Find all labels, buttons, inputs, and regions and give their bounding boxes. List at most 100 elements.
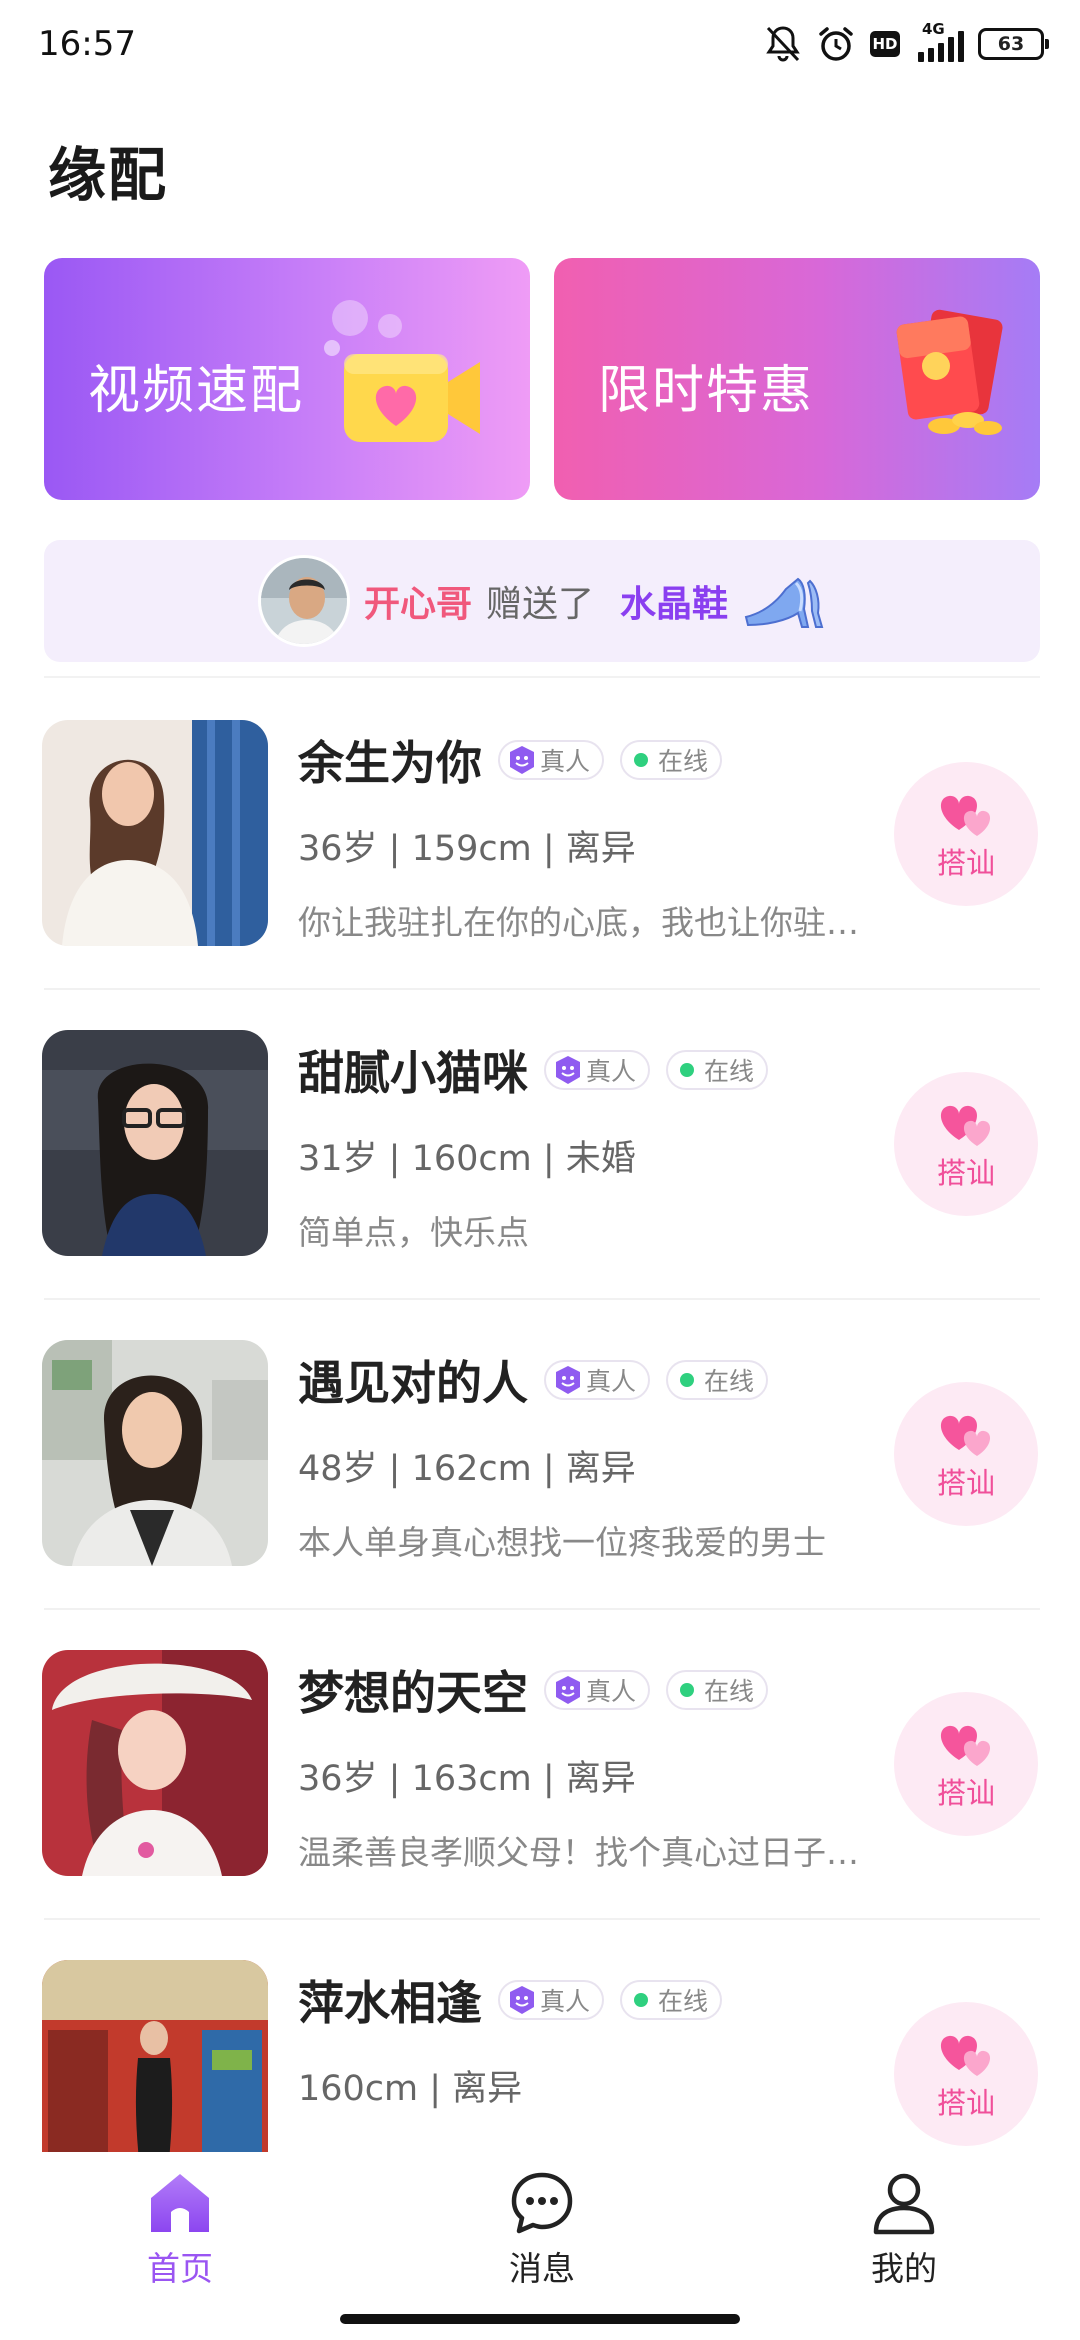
user-bio: 你让我驻扎在你的心底，我也让你驻扎在我的心底 xyxy=(298,903,878,942)
user-info: 36岁 | 163cm | 离异 xyxy=(298,1759,636,1799)
nav-label-home: 首页 xyxy=(147,2249,213,2288)
home-icon xyxy=(151,2174,209,2232)
nav-label-messages: 消息 xyxy=(509,2249,575,2288)
profile-icon xyxy=(873,2173,935,2235)
video-camera-heart-icon xyxy=(324,300,480,442)
hearts-icon xyxy=(940,2035,991,2076)
user-name: 萍水相逢 xyxy=(298,1976,482,2030)
message-icon xyxy=(511,2172,573,2234)
online-label: 在线 xyxy=(704,1367,755,1396)
online-badge: 在线 xyxy=(620,1980,723,2020)
name-line: 遇见对的人 真人 在线 xyxy=(298,1350,769,1410)
user-info: 36岁 | 159cm | 离异 xyxy=(298,829,636,869)
name-line: 萍水相逢 真人 在线 xyxy=(298,1970,723,2030)
user-card[interactable]: 梦想的天空 真人 在线 36岁 | 163cm | 离异 温柔善良孝顺父母！找个… xyxy=(0,1610,1080,1920)
nav-label-profile: 我的 xyxy=(871,2249,937,2288)
hd-icon: HD xyxy=(870,31,900,57)
chat-up-label: 搭讪 xyxy=(936,1776,995,1810)
verified-label: 真人 xyxy=(540,747,591,776)
chat-up-label: 搭讪 xyxy=(936,2086,995,2120)
status-icons: HD 4G 63 xyxy=(764,20,1049,68)
chat-up-button[interactable]: 搭讪 xyxy=(894,1072,1038,1216)
online-badge: 在线 xyxy=(666,1670,769,1710)
user-info: 31岁 | 160cm | 未婚 xyxy=(298,1139,636,1179)
user-list[interactable]: 余生为你 真人 在线 36岁 | 159cm | 离异 你让我驻扎在你的心底，我… xyxy=(0,680,1080,2152)
nav-item-messages[interactable]: 消息 xyxy=(462,2170,622,2290)
limited-offer-label: 限时特惠 xyxy=(598,361,815,421)
user-bio: 温柔善良孝顺父母！找个真心过日子的人 xyxy=(298,1833,878,1872)
user-avatar[interactable] xyxy=(42,1030,268,1256)
bell-off-icon xyxy=(764,24,802,64)
hearts-icon xyxy=(940,1415,991,1456)
verified-label: 真人 xyxy=(586,1367,637,1396)
online-dot xyxy=(634,1993,649,2007)
user-bio: 简单点，快乐点 xyxy=(298,1213,529,1252)
chat-up-button[interactable]: 搭讪 xyxy=(894,2002,1038,2146)
chat-up-button[interactable]: 搭讪 xyxy=(894,1382,1038,1526)
user-bio: 本人单身真心想找一位疼我爱的男士 xyxy=(298,1523,826,1562)
chat-up-label: 搭讪 xyxy=(936,1466,995,1500)
online-label: 在线 xyxy=(704,1057,755,1086)
verified-badge: 真人 xyxy=(544,1360,651,1400)
status-bar: 16:57 HD 4G 63 xyxy=(0,0,1080,90)
user-avatar[interactable] xyxy=(42,1650,268,1876)
chat-up-button[interactable]: 搭讪 xyxy=(894,1692,1038,1836)
gift-verb: 赠送了 xyxy=(485,584,594,625)
limited-offer-banner[interactable]: 限时特惠 xyxy=(554,258,1040,500)
verified-icon xyxy=(510,1986,534,2014)
verified-badge: 真人 xyxy=(498,1980,605,2020)
name-line: 余生为你 真人 在线 xyxy=(298,730,723,790)
gift-sender-avatar xyxy=(257,555,350,647)
verified-badge: 真人 xyxy=(498,740,605,780)
online-dot xyxy=(634,753,649,767)
gift-notice-bar[interactable]: 开心哥 赠送了 水晶鞋 xyxy=(44,540,1040,662)
online-label: 在线 xyxy=(658,1987,709,2016)
hearts-icon xyxy=(940,1105,991,1146)
nav-item-profile[interactable]: 我的 xyxy=(824,2170,984,2290)
user-name: 遇见对的人 xyxy=(298,1356,528,1410)
crystal-shoe-icon xyxy=(744,577,824,628)
online-badge: 在线 xyxy=(620,740,723,780)
page-title: 缘配 xyxy=(48,141,169,209)
user-name: 梦想的天空 xyxy=(298,1666,528,1720)
red-envelope-icon xyxy=(896,309,1003,435)
verified-label: 真人 xyxy=(586,1677,637,1706)
bottom-nav: 首页 消息 我的 xyxy=(0,2152,1080,2340)
chat-up-button[interactable]: 搭讪 xyxy=(894,762,1038,906)
verified-badge: 真人 xyxy=(544,1670,651,1710)
name-line: 甜腻小猫咪 真人 在线 xyxy=(298,1040,769,1100)
user-name: 甜腻小猫咪 xyxy=(298,1046,528,1100)
verified-icon xyxy=(556,1366,580,1394)
verified-badge: 真人 xyxy=(544,1050,651,1090)
gift-item-name: 水晶鞋 xyxy=(620,584,729,625)
online-label: 在线 xyxy=(658,747,709,776)
verified-label: 真人 xyxy=(586,1057,637,1086)
home-indicator[interactable] xyxy=(340,2314,740,2324)
user-card[interactable]: 遇见对的人 真人 在线 48岁 | 162cm | 离异 本人单身真心想找一位疼… xyxy=(0,1300,1080,1610)
video-match-banner[interactable]: 视频速配 xyxy=(44,258,530,500)
user-avatar[interactable] xyxy=(42,1960,268,2152)
section-divider xyxy=(44,676,1040,678)
nav-item-home[interactable]: 首页 xyxy=(100,2170,260,2290)
battery-icon: 63 xyxy=(978,28,1049,60)
video-match-label: 视频速配 xyxy=(88,361,305,421)
user-avatar[interactable] xyxy=(42,1340,268,1566)
user-name: 余生为你 xyxy=(298,736,482,790)
gift-sender-name: 开心哥 xyxy=(363,584,472,625)
verified-icon xyxy=(556,1676,580,1704)
online-dot xyxy=(680,1373,695,1387)
user-card[interactable]: 萍水相逢 真人 在线 160cm | 离异 搭讪 xyxy=(0,1920,1080,2152)
user-card[interactable]: 甜腻小猫咪 真人 在线 31岁 | 160cm | 未婚 简单点，快乐点 搭讪 xyxy=(0,990,1080,1300)
name-line: 梦想的天空 真人 在线 xyxy=(298,1660,769,1720)
online-badge: 在线 xyxy=(666,1050,769,1090)
user-avatar[interactable] xyxy=(42,720,268,946)
hearts-icon xyxy=(940,795,991,836)
alarm-icon xyxy=(816,24,856,64)
user-info: 48岁 | 162cm | 离异 xyxy=(298,1449,636,1489)
user-card[interactable]: 余生为你 真人 在线 36岁 | 159cm | 离异 你让我驻扎在你的心底，我… xyxy=(0,680,1080,990)
chat-up-label: 搭讪 xyxy=(936,846,995,880)
status-time: 16:57 xyxy=(38,24,136,64)
verified-icon xyxy=(556,1056,580,1084)
signal-icon: 4G xyxy=(914,20,964,62)
user-info: 160cm | 离异 xyxy=(298,2069,523,2109)
